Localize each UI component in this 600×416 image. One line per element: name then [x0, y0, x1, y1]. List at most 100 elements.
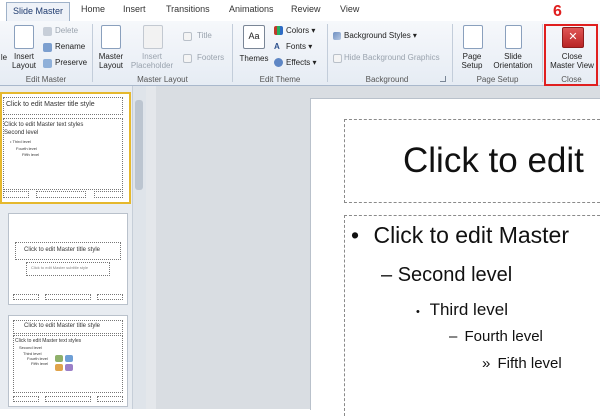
main-slide-canvas: Click to edit • Click to edit Master – S…	[310, 98, 600, 416]
bullet-marker: »	[482, 355, 491, 372]
thumb-title-text: Click to edit Master title style	[24, 323, 101, 329]
tab-review[interactable]: Review	[291, 4, 321, 14]
tab-transitions[interactable]: Transitions	[166, 4, 210, 14]
bullet-level-2-text: Second level	[397, 264, 513, 286]
thumb-body-level5: Fifth level	[22, 152, 40, 157]
insert-layout-label-line2: Layout	[11, 61, 37, 70]
thumbnail-title-layout[interactable]: Click to edit Master title style Click t…	[8, 213, 128, 305]
thumb-body-level3-text: Third level	[12, 139, 31, 144]
page-setup-label-line2: Setup	[461, 61, 483, 70]
dialog-launcher-icon[interactable]	[440, 76, 446, 82]
slide-title-text: Click to edit	[403, 141, 584, 180]
main-scrollbar-track[interactable]	[146, 86, 156, 409]
master-layout-button[interactable]: Master Layout	[95, 52, 127, 70]
background-styles-button[interactable]: Background Styles ▾	[344, 31, 417, 40]
themes-label: Themes	[239, 54, 269, 63]
insert-chart-icon	[55, 355, 63, 362]
slide-orientation-button[interactable]: Slide Orientation	[488, 52, 538, 70]
insert-slide-master-label: le	[0, 53, 8, 62]
page-setup-button[interactable]: Page Setup	[455, 52, 489, 70]
thumb-footer-date	[3, 191, 29, 198]
step-number-annotation: 6	[553, 3, 562, 20]
thumbnail-scrollbar[interactable]	[132, 86, 146, 409]
group-separator	[232, 24, 233, 82]
insert-table-icon	[65, 355, 73, 362]
insert-placeholder-button[interactable]: Insert Placeholder	[128, 52, 176, 70]
fonts-icon: A	[274, 42, 280, 51]
insert-placeholder-icon	[143, 25, 163, 49]
page-setup-label-line1: Page	[462, 52, 482, 61]
insert-picture-icon	[55, 364, 63, 371]
tab-view[interactable]: View	[340, 4, 359, 14]
insert-placeholder-label-line2: Placeholder	[130, 61, 174, 70]
thumb-body-level1: Click to edit Master text styles	[15, 338, 82, 344]
thumb-body-level2: Second level	[4, 130, 39, 136]
page-setup-group-label: Page Setup	[476, 75, 519, 84]
rename-button[interactable]: Rename	[55, 42, 85, 51]
bullet-level-4-text: Fourth level	[464, 328, 543, 345]
fonts-button[interactable]: Fonts ▾	[286, 42, 312, 51]
thumb-body-level3: • Third level	[10, 139, 31, 144]
effects-label: Effects	[286, 58, 311, 67]
footers-checkbox[interactable]	[183, 54, 192, 63]
edit-master-group-label: Edit Master	[25, 75, 67, 84]
thumb-title-text: Click to edit Master title style	[24, 247, 101, 253]
group-separator	[542, 24, 543, 82]
scrollbar-thumb[interactable]	[135, 100, 143, 190]
effects-icon	[274, 58, 283, 67]
thumbnail-title-content-layout[interactable]: Click to edit Master title style Click t…	[8, 315, 128, 407]
thumb-footer-number	[97, 396, 123, 402]
tab-home[interactable]: Home	[81, 4, 105, 14]
insert-slide-master-button[interactable]: le	[0, 53, 8, 62]
thumb-body-level2: Second level	[19, 345, 42, 350]
master-layout-group-label: Master Layout	[137, 75, 188, 84]
bullet-marker: •	[416, 306, 420, 318]
bullet-level-2: – Second level	[381, 264, 512, 287]
colors-label: Colors	[286, 26, 310, 35]
tab-animations[interactable]: Animations	[229, 4, 274, 14]
group-separator	[452, 24, 453, 82]
thumb-footer-date	[13, 294, 39, 300]
title-checkbox-label: Title	[197, 31, 212, 40]
thumb-footer-date	[13, 396, 39, 402]
bullet-level-5-text: Fifth level	[497, 355, 562, 372]
thumb-title-text: Click to edit Master title style	[6, 101, 95, 108]
effects-button[interactable]: Effects ▾	[286, 58, 317, 67]
edit-theme-group-label: Edit Theme	[259, 75, 301, 84]
bullet-marker: •	[351, 222, 360, 248]
themes-button[interactable]: Themes	[236, 54, 272, 63]
tab-slide-master[interactable]: Slide Master	[6, 2, 71, 21]
slide-thumbnail-pane: Click to edit Master title style Click t…	[0, 86, 145, 409]
thumb-body-level4: Fourth level	[16, 146, 37, 151]
insert-layout-button[interactable]: Insert Layout	[8, 52, 40, 70]
title-checkbox[interactable]	[183, 32, 192, 41]
ribbon: le Insert Layout Delete Rename Preserve …	[0, 21, 600, 86]
insert-layout-icon	[14, 25, 34, 49]
bullet-level-4: – Fourth level	[449, 328, 543, 345]
bullet-marker: –	[449, 328, 458, 345]
bullet-marker: –	[381, 264, 393, 286]
preserve-button[interactable]: Preserve	[55, 58, 87, 67]
master-layout-icon	[101, 25, 121, 49]
thumb-footer-number	[94, 191, 123, 198]
colors-button[interactable]: Colors ▾	[286, 26, 315, 35]
background-styles-label: Background Styles	[344, 31, 411, 40]
thumb-body-placeholder	[3, 118, 123, 190]
tab-insert[interactable]: Insert	[123, 4, 146, 14]
group-separator	[92, 24, 93, 82]
insert-layout-label-line1: Insert	[13, 52, 34, 61]
thumb-subtitle-text: Click to edit Master subtitle style	[31, 265, 89, 270]
preserve-icon	[43, 59, 52, 68]
master-layout-label-line2: Layout	[98, 61, 124, 70]
delete-button[interactable]: Delete	[55, 26, 78, 35]
bullet-level-5: » Fifth level	[482, 355, 562, 372]
insert-placeholder-label-line1: Insert	[141, 52, 162, 61]
delete-icon	[43, 27, 52, 36]
background-styles-icon	[333, 32, 341, 40]
hide-background-graphics-checkbox[interactable]	[333, 54, 342, 63]
themes-icon: Aa	[243, 25, 265, 49]
thumbnail-slide-master[interactable]: Click to edit Master title style Click t…	[0, 92, 131, 204]
slide-orientation-label-line2: Orientation	[493, 61, 533, 70]
fonts-label: Fonts	[286, 42, 307, 51]
ribbon-tab-strip: Slide Master Home Insert Transitions Ani…	[0, 0, 600, 22]
